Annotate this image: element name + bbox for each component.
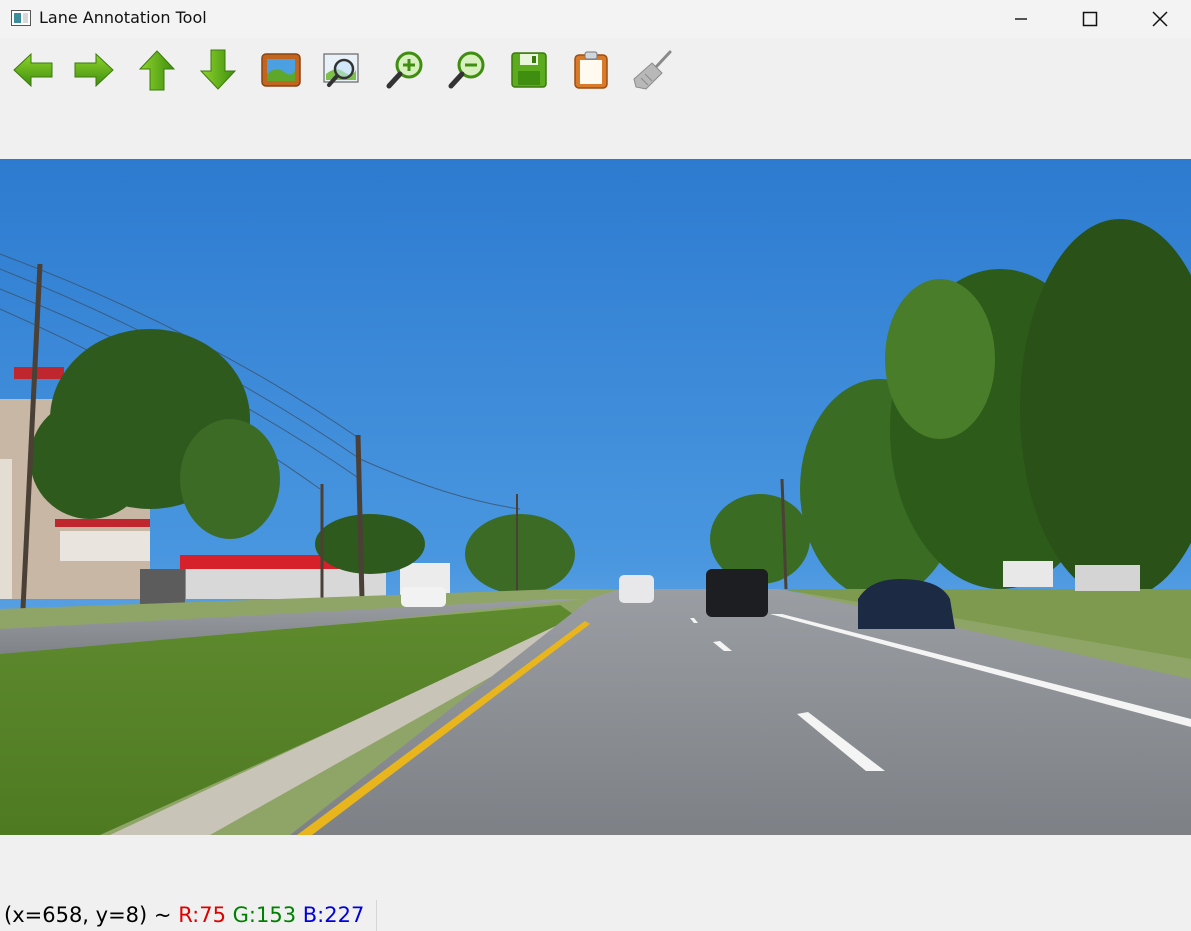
cursor-coordinates: (x=658, y=8) ~ bbox=[4, 903, 179, 927]
clipboard-icon bbox=[574, 51, 608, 89]
maximize-icon bbox=[1082, 11, 1098, 27]
zoom-fit-icon bbox=[323, 53, 359, 87]
move-up-button[interactable] bbox=[133, 46, 181, 94]
zoom-in-button[interactable] bbox=[381, 46, 429, 94]
next-image-button[interactable] bbox=[70, 46, 118, 94]
toolbar bbox=[0, 42, 1191, 98]
minimize-button[interactable] bbox=[986, 0, 1056, 38]
maximize-button[interactable] bbox=[1055, 0, 1125, 38]
minimize-icon bbox=[1015, 18, 1027, 20]
blue-value: B:227 bbox=[302, 903, 365, 927]
green-value: G:153 bbox=[232, 903, 297, 927]
arrow-down-icon bbox=[199, 49, 237, 90]
image-icon bbox=[261, 53, 301, 87]
image-viewer[interactable] bbox=[0, 159, 1191, 835]
arrow-right-icon bbox=[74, 52, 114, 88]
title-bar: Lane Annotation Tool bbox=[0, 0, 1191, 38]
save-icon bbox=[511, 52, 547, 88]
zoom-in-icon bbox=[386, 51, 423, 89]
zoom-out-button[interactable] bbox=[443, 46, 491, 94]
app-icon bbox=[11, 10, 31, 30]
move-down-button[interactable] bbox=[194, 46, 242, 94]
open-image-button[interactable] bbox=[257, 46, 305, 94]
close-icon bbox=[1152, 11, 1168, 27]
status-bar: (x=658, y=8) ~ R:75 G:153 B:227 bbox=[4, 903, 364, 927]
paste-button[interactable] bbox=[567, 46, 615, 94]
close-button[interactable] bbox=[1125, 0, 1191, 38]
broom-icon bbox=[633, 50, 672, 90]
window-title: Lane Annotation Tool bbox=[39, 8, 207, 27]
save-button[interactable] bbox=[505, 46, 553, 94]
prev-image-button[interactable] bbox=[9, 46, 57, 94]
arrow-left-icon bbox=[13, 52, 53, 88]
red-value: R:75 bbox=[178, 903, 226, 927]
clear-button[interactable] bbox=[629, 46, 677, 94]
zoom-out-icon bbox=[448, 51, 485, 89]
fit-view-button[interactable] bbox=[319, 46, 367, 94]
arrow-up-icon bbox=[138, 50, 176, 91]
status-divider bbox=[376, 900, 377, 931]
road-scene-image bbox=[0, 159, 1191, 835]
